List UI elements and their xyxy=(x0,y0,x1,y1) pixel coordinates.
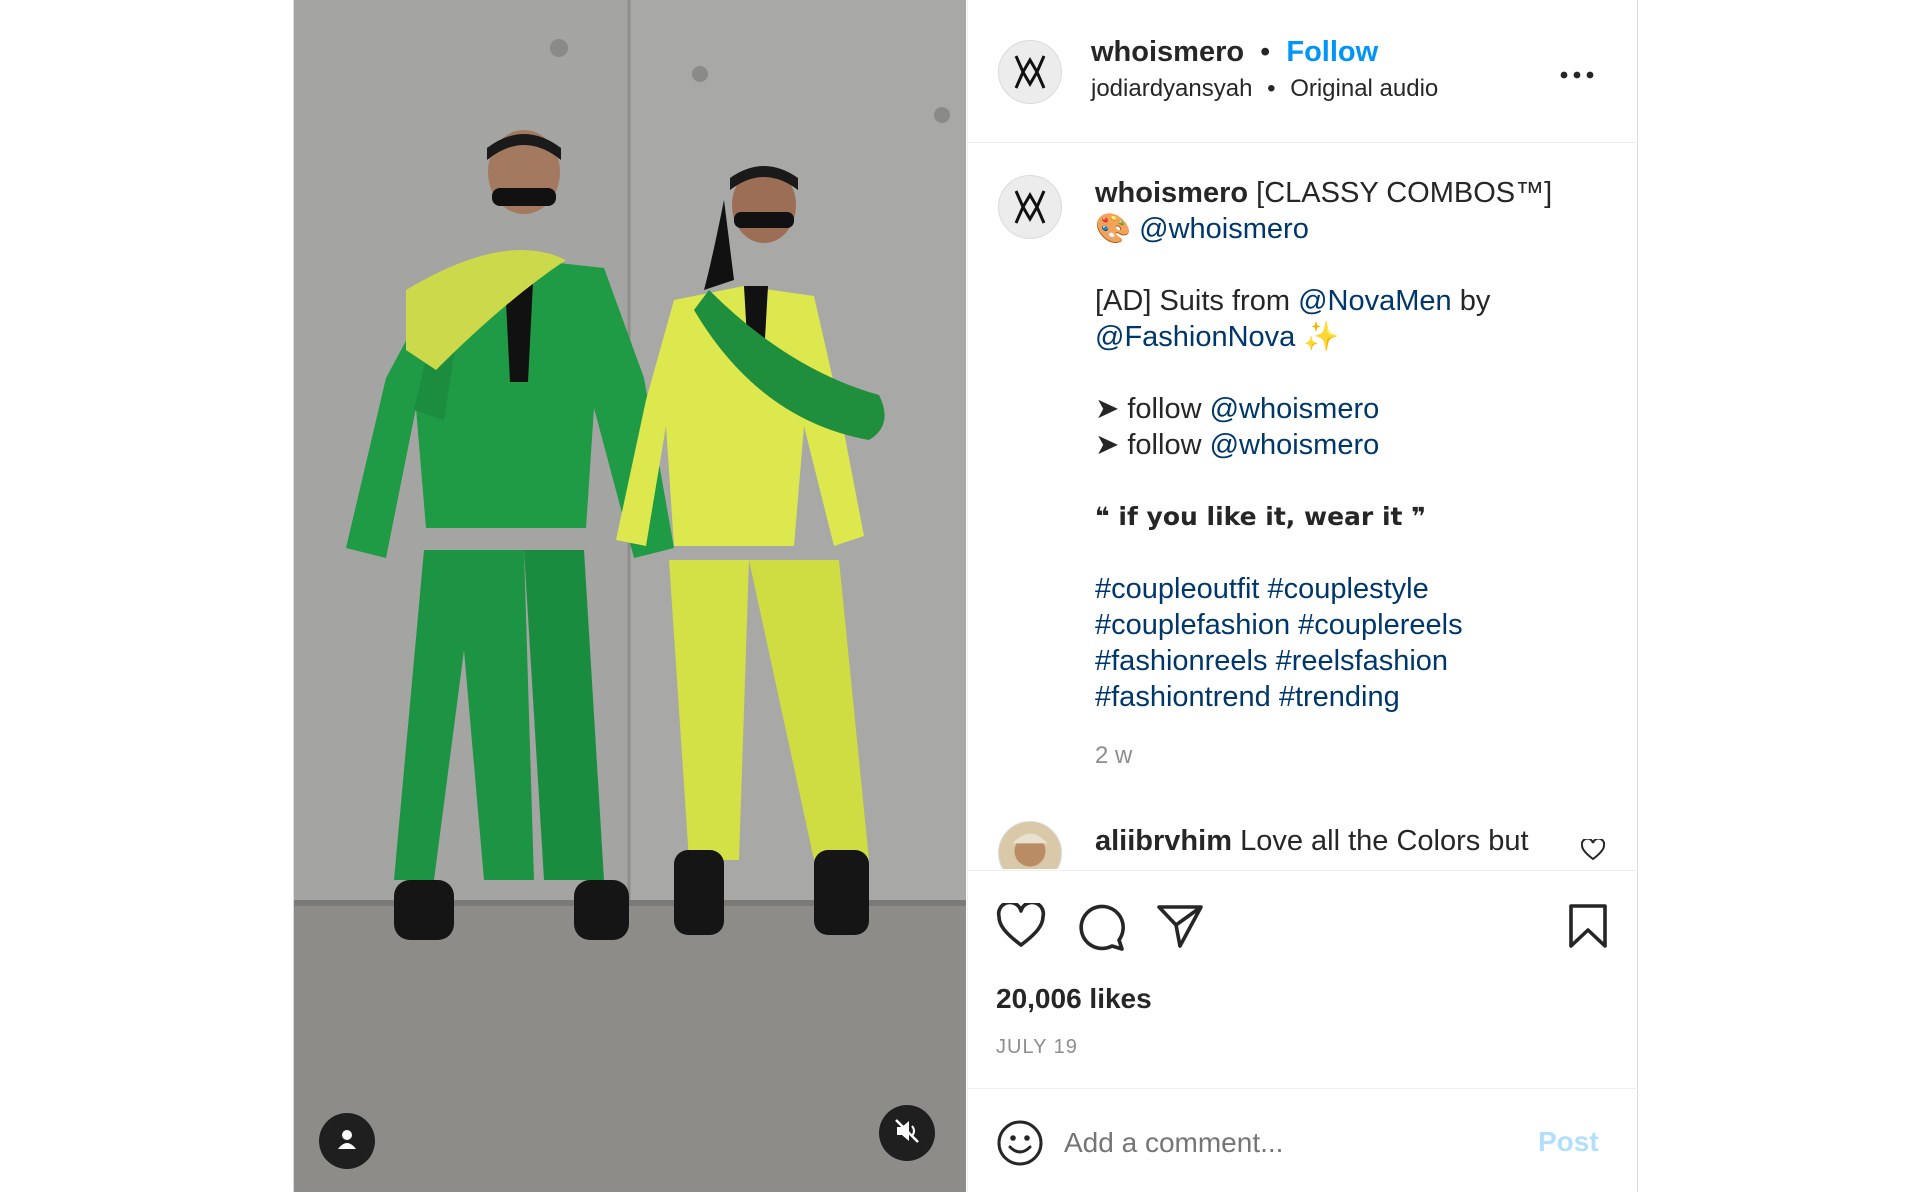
send-icon[interactable] xyxy=(1156,903,1204,954)
wm-logo-icon xyxy=(1014,190,1046,224)
follow-word: follow xyxy=(1127,393,1202,425)
mention-link[interactable]: @whoismero xyxy=(1210,429,1380,461)
caption-and-comments[interactable]: whoismero [CLASSY COMBOS™] 🎨 @whoismero … xyxy=(968,143,1638,869)
comment-input[interactable] xyxy=(1062,1119,1506,1167)
audio-label[interactable]: Original audio xyxy=(1290,75,1438,102)
comment-like-heart-icon[interactable] xyxy=(1580,837,1606,866)
hashtag-link[interactable]: #fashiontrend xyxy=(1095,681,1271,713)
user-tag-icon xyxy=(335,1127,359,1156)
commenter-username[interactable]: aliibrvhim xyxy=(1095,825,1232,857)
tag-people-button[interactable] xyxy=(319,1113,375,1169)
separator-dot: • xyxy=(1267,75,1276,102)
caption-timestamp[interactable]: 2 w xyxy=(1095,741,1132,771)
sparkles-emoji: ✨ xyxy=(1303,321,1340,353)
hashtag-link[interactable]: #trending xyxy=(1279,681,1400,713)
caption-title: [CLASSY COMBOS™] xyxy=(1256,177,1553,209)
post-comment-button[interactable]: Post xyxy=(1538,1125,1599,1159)
wm-logo-icon xyxy=(1014,55,1046,89)
caption-username[interactable]: whoismero xyxy=(1095,177,1248,209)
likes-count[interactable]: 20,006 likes xyxy=(996,981,1152,1017)
more-horizontal-icon[interactable] xyxy=(1560,66,1594,84)
sound-off-icon xyxy=(893,1117,921,1150)
arrow-glyph: ➤ xyxy=(1095,429,1120,461)
post-header: whoismero • Follow jodiardyansyah • Orig… xyxy=(968,0,1638,143)
hashtag-link[interactable]: #fashionreels xyxy=(1095,645,1268,677)
ad-text: [AD] Suits from xyxy=(1095,285,1290,317)
audio-author[interactable]: jodiardyansyah xyxy=(1091,75,1252,102)
hashtag-link[interactable]: #couplereels xyxy=(1298,609,1462,641)
comment-icon[interactable] xyxy=(1076,902,1126,957)
mute-button[interactable] xyxy=(879,1105,935,1161)
hashtag-link[interactable]: #couplestyle xyxy=(1268,573,1429,605)
separator-dot: • xyxy=(1260,36,1271,68)
comment-text: aliibrvhim Love all the Colors but xyxy=(1095,823,1529,859)
smile-icon[interactable] xyxy=(996,1119,1044,1172)
mention-link[interactable]: @NovaMen xyxy=(1298,285,1452,317)
mention-link[interactable]: @FashionNova xyxy=(1095,321,1295,353)
post-details-panel: whoismero • Follow jodiardyansyah • Orig… xyxy=(967,0,1638,1192)
follow-button[interactable]: Follow xyxy=(1286,36,1378,68)
bookmark-icon[interactable] xyxy=(1567,903,1609,954)
arrow-glyph: ➤ xyxy=(1095,393,1120,425)
caption-author-avatar[interactable] xyxy=(998,175,1062,239)
post-modal: whoismero • Follow jodiardyansyah • Orig… xyxy=(293,0,1638,1192)
heart-icon[interactable] xyxy=(996,900,1046,954)
post-actions: 20,006 likes JULY 19 xyxy=(968,870,1638,1089)
add-comment-bar: Post xyxy=(968,1088,1638,1193)
author-username[interactable]: whoismero xyxy=(1091,36,1244,68)
mention-link[interactable]: @whoismero xyxy=(1210,393,1380,425)
hashtag-link[interactable]: #couplefashion xyxy=(1095,609,1290,641)
by-text: by xyxy=(1459,285,1491,317)
hashtag-link[interactable]: #coupleoutfit xyxy=(1095,573,1259,605)
post-date[interactable]: JULY 19 xyxy=(996,1033,1078,1061)
comment-body: Love all the Colors but xyxy=(1240,825,1529,857)
hashtag-link[interactable]: #reelsfashion xyxy=(1276,645,1449,677)
follow-word: follow xyxy=(1127,429,1202,461)
palette-emoji: 🎨 xyxy=(1095,213,1132,245)
author-avatar[interactable] xyxy=(998,40,1062,104)
reel-video[interactable] xyxy=(294,0,966,1192)
quote-close: ❞ xyxy=(1411,502,1426,531)
mention-link[interactable]: @whoismero xyxy=(1139,213,1309,245)
quote-text: if you like it, wear it xyxy=(1118,502,1403,531)
commenter-avatar[interactable] xyxy=(998,821,1062,869)
quote-open: ❝ xyxy=(1095,502,1110,531)
reel-frame-image xyxy=(294,0,966,1192)
